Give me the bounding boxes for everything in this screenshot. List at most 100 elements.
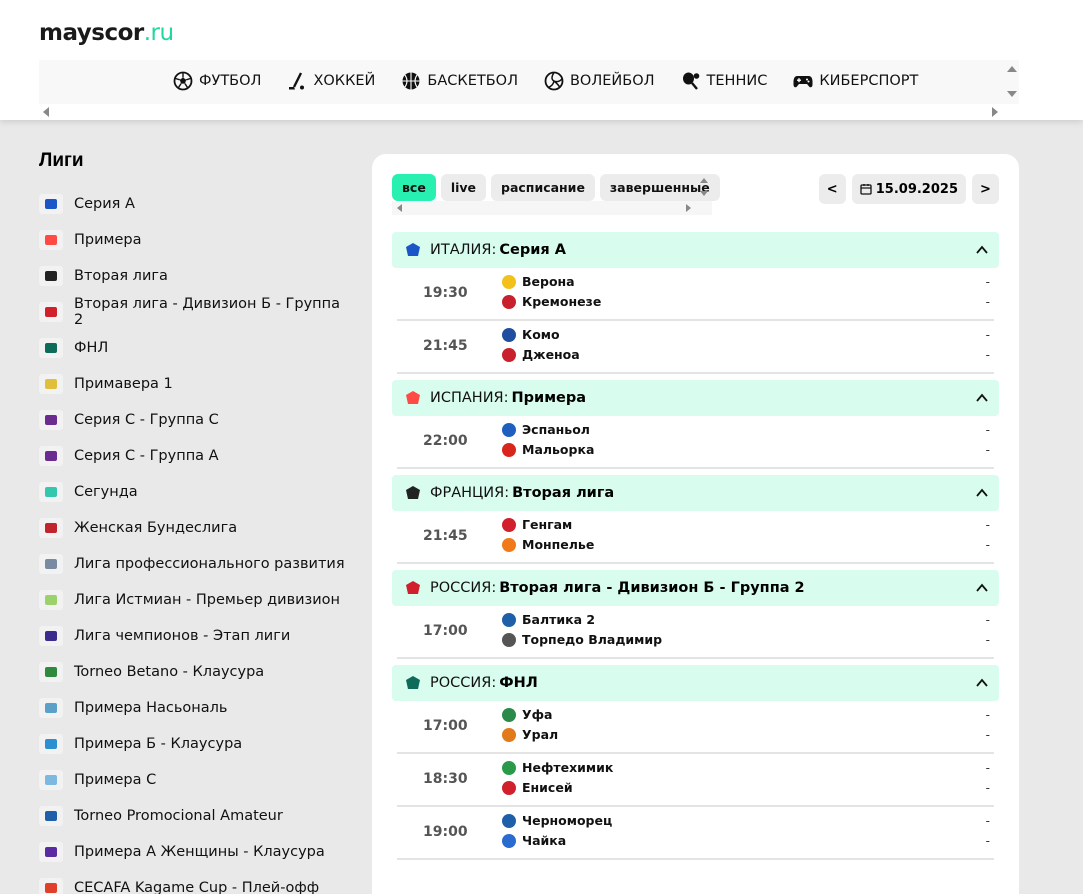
filters-scroll-down-icon[interactable] [700,191,708,196]
sidebar-league-item[interactable]: CECAFA Kagame Cup - Плей-офф [39,870,349,894]
sidebar-league-item[interactable]: Torneo Promocional Amateur [39,798,349,834]
chevron-up-icon[interactable] [975,676,989,690]
match-row[interactable]: 21:45 Генгам Монпелье - - [397,511,994,564]
sidebar-league-item[interactable]: Примера Б - Клаусура [39,726,349,762]
logo-brand: mayscor [39,20,144,46]
away-team: Мальорка [502,442,594,457]
sidebar-league-item[interactable]: Примера А Женщины - Клаусура [39,834,349,870]
league-name: Вторая лига [512,485,615,501]
chevron-up-icon[interactable] [975,581,989,595]
sidebar-league-item[interactable]: ФНЛ [39,330,349,366]
site-logo[interactable]: mayscor.ru [39,20,174,46]
sport-tab-gamepad[interactable]: КИБЕРСПОРТ [793,71,918,91]
away-score: - [985,348,990,362]
league-group-header[interactable]: ФРАНЦИЯ: Вторая лига [392,475,999,511]
sport-tab-hockey[interactable]: ХОККЕЙ [287,71,375,91]
filter-schedule-button[interactable]: расписание [491,174,595,201]
league-group-header[interactable]: РОССИЯ: ФНЛ [392,665,999,701]
filters-scroll-left-icon[interactable] [397,204,402,212]
league-logo-icon [39,446,63,466]
nav-scroll-left-icon[interactable] [43,107,49,117]
home-team: Верона [502,274,575,289]
team-logo-icon [502,274,516,289]
away-score: - [985,633,990,647]
team-logo-icon [502,347,516,362]
sidebar-league-item[interactable]: Лига профессионального развития [39,546,349,582]
league-label: Torneo Betano - Клаусура [74,664,265,680]
chevron-up-icon[interactable] [975,486,989,500]
league-label: Женская Бундеслига [74,520,238,536]
league-group-header[interactable]: РОССИЯ: Вторая лига - Дивизион Б - Группа… [392,570,999,606]
chevron-up-icon[interactable] [975,243,989,257]
prev-date-button[interactable]: < [818,174,846,204]
next-date-button[interactable]: > [972,174,999,204]
team-name: Эспаньол [522,422,590,437]
country-label: ИСПАНИЯ: [430,390,509,406]
league-logo-icon [39,518,63,538]
sidebar-league-item[interactable]: Серия А [39,186,349,222]
nav-scroll-up-icon[interactable] [1007,66,1017,72]
country-label: РОССИЯ: [430,580,497,596]
sidebar-league-item[interactable]: Лига чемпионов - Этап лиги [39,618,349,654]
team-name: Комо [522,327,560,342]
league-group-header[interactable]: ИСПАНИЯ: Примера [392,380,999,416]
match-row[interactable]: 19:30 Верона Кремонезе - - [397,268,994,321]
sports-nav: ФУТБОЛ ХОККЕЙ БАСКЕТБОЛ ВОЛЕЙБОЛ ТЕННИС КИБЕР… [39,60,1019,104]
sport-tab-basketball[interactable]: БАСКЕТБОЛ [401,71,518,91]
match-row[interactable]: 22:00 Эспаньол Мальорка - - [397,416,994,469]
match-row[interactable]: 17:00 Уфа Урал - - [397,701,994,754]
away-team: Урал [502,727,558,742]
chevron-up-icon[interactable] [975,391,989,405]
sidebar-league-item[interactable]: Примера С [39,762,349,798]
league-logo-icon [39,266,63,286]
league-group-header[interactable]: ИТАЛИЯ: Серия А [392,232,999,268]
match-row[interactable]: 21:45 Комо Дженоа - - [397,321,994,374]
match-row[interactable]: 17:00 Балтика 2 Торпедо Владимир - - [397,606,994,659]
sidebar-league-item[interactable]: Лига Истмиан - Премьер дивизион [39,582,349,618]
league-logo-icon [39,554,63,574]
match-row[interactable]: 18:30 Нефтехимик Енисей - - [397,754,994,807]
sidebar-league-item[interactable]: Примера [39,222,349,258]
sidebar-league-item[interactable]: Женская Бундеслига [39,510,349,546]
away-score: - [985,538,990,552]
team-name: Торпедо Владимир [522,632,663,647]
match-time: 19:00 [423,824,468,840]
nav-scroll-down-icon[interactable] [1007,91,1017,97]
team-logo-icon [502,537,516,552]
sidebar-league-item[interactable]: Torneo Betano - Клаусура [39,654,349,690]
league-label: Примера С [74,772,157,788]
sidebar-league-item[interactable]: Вторая лига - Дивизион Б - Группа 2 [39,294,349,330]
filters-scroll-up-icon[interactable] [700,178,708,183]
filter-all-button[interactable]: все [392,174,436,201]
volleyball-icon [544,71,564,91]
sidebar-league-item[interactable]: Серия С - Группа С [39,402,349,438]
header: mayscor.ru ФУТБОЛ ХОККЕЙ БАСКЕТБОЛ ВОЛЕЙБОЛ… [0,0,1083,120]
sidebar-league-item[interactable]: Примера Насьональ [39,690,349,726]
sidebar-league-item[interactable]: Серия С - Группа А [39,438,349,474]
date-picker-button[interactable]: 15.09.2025 [851,174,966,204]
league-logo-icon [39,878,63,894]
sport-tab-football[interactable]: ФУТБОЛ [173,71,261,91]
nav-scroll-right-icon[interactable] [992,107,998,117]
sport-tab-label: БАСКЕТБОЛ [427,73,518,89]
match-row[interactable]: 19:00 Черноморец Чайка - - [397,807,994,860]
league-label: Серия А [74,196,135,212]
sidebar-league-item[interactable]: Сегунда [39,474,349,510]
date-navigation: < 15.09.2025 > [818,174,999,204]
sport-tab-tennis[interactable]: ТЕННИС [681,71,767,91]
sport-tab-label: ВОЛЕЙБОЛ [569,73,655,89]
league-name: Серия А [499,242,566,258]
team-logo-icon [502,422,516,437]
filter-live-button[interactable]: live [440,174,487,201]
home-team: Уфа [502,707,552,722]
filters-scroll-right-icon[interactable] [686,204,691,212]
sport-tab-volleyball[interactable]: ВОЛЕЙБОЛ [544,71,655,91]
filters-scrollbar[interactable] [392,201,712,215]
sport-tab-label: ХОККЕЙ [313,73,376,89]
league-group: РОССИЯ: ФНЛ 17:00 Уфа Урал - - 18:30 Нефтехимик Е… [392,665,999,860]
league-label: Сегунда [74,484,138,500]
country-label: РОССИЯ: [430,675,497,691]
sidebar-league-item[interactable]: Примавера 1 [39,366,349,402]
sidebar-league-item[interactable]: Вторая лига [39,258,349,294]
country-label: ФРАНЦИЯ: [430,485,510,501]
